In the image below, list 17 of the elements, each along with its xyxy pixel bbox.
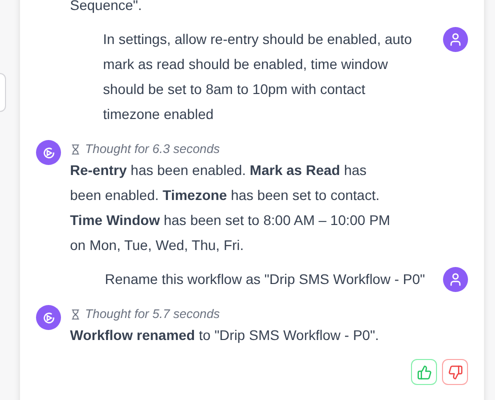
thumbs-down-button[interactable] [442, 359, 468, 385]
thought-duration: Thought for 6.3 seconds [85, 140, 220, 158]
assistant-avatar [36, 140, 61, 165]
user-message: Rename this workflow as "Drip SMS Workflow - P0" [104, 270, 425, 289]
assistant-avatar [36, 305, 61, 330]
assistant-message: Re-entry has been enabled. Mark as Read has been enabled. Timezone has been set to contact. Time Window has been set to 8:00 AM – 10:00 PM on Mon, Tue, Wed, Thu, Fri. [70, 161, 392, 255]
message-text: Sequence". [70, 0, 143, 15]
thought-duration: Thought for 5.7 seconds [85, 306, 220, 323]
thumbs-down-icon [448, 364, 462, 380]
thumbs-up-icon [416, 364, 432, 380]
hourglass-icon [70, 308, 81, 320]
assistant-message: Workflow renamed to "Drip SMS Workflow - P0". [70, 326, 380, 345]
thumbs-up-button[interactable] [411, 359, 437, 385]
user-avatar [443, 27, 468, 52]
hourglass-icon [70, 144, 81, 154]
user-message: In settings, allow re-entry should be enabled, auto mark as read should be enabled, time window should be set to 8am to 10pm with contact timezone enabled [103, 30, 413, 124]
user-avatar [443, 267, 468, 292]
